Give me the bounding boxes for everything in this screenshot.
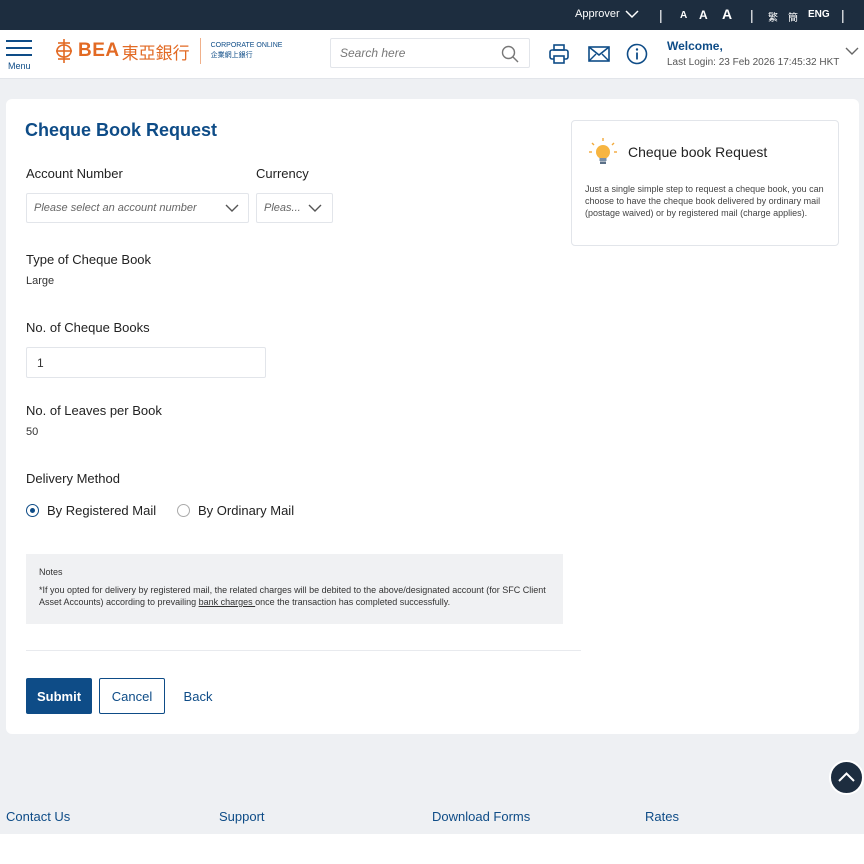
cancel-button[interactable]: Cancel	[99, 678, 165, 714]
menu-label: Menu	[8, 61, 31, 71]
lang-english[interactable]: ENG	[808, 9, 830, 20]
leaves-per-book-value: 50	[26, 426, 39, 438]
footer-link-support[interactable]: Support	[219, 809, 265, 824]
account-number-placeholder: Please select an account number	[34, 202, 197, 214]
cheque-type-value: Large	[26, 275, 55, 287]
lightbulb-icon	[589, 138, 617, 164]
chevron-down-icon	[225, 204, 239, 212]
font-size-small[interactable]: A	[680, 10, 687, 21]
logo-divider	[199, 38, 201, 64]
separator: |	[750, 7, 754, 23]
back-to-top-button[interactable]	[829, 760, 864, 795]
radio-unselected-icon[interactable]	[177, 504, 190, 517]
brand-name: BEA	[78, 40, 120, 61]
product-name-english: CORPORATE ONLINE	[210, 42, 283, 49]
user-welcome[interactable]: Welcome, Last Login: 23 Feb 2026 17:45:3…	[667, 39, 839, 68]
product-name-chinese: 企業網上銀行	[210, 52, 253, 59]
chevron-down-icon	[625, 10, 639, 19]
page-title: Cheque Book Request	[25, 120, 218, 140]
currency-placeholder: Pleas...	[264, 202, 301, 214]
search-icon[interactable]	[501, 45, 519, 63]
hamburger-icon-bar	[6, 54, 32, 56]
notes-panel: Notes *If you opted for delivery by regi…	[26, 554, 563, 624]
separator: |	[659, 7, 663, 23]
product-name: CORPORATE ONLINE 企業網上銀行	[211, 41, 283, 61]
notes-title: Notes	[39, 567, 63, 577]
bank-charges-link[interactable]: bank charges	[199, 597, 256, 607]
currency-select[interactable]: Pleas...	[256, 193, 333, 223]
radio-selected-icon[interactable]	[26, 504, 39, 517]
mail-icon[interactable]	[588, 45, 610, 63]
role-selector[interactable]: Approver	[575, 8, 640, 20]
radio-ordinary-mail[interactable]: By Ordinary Mail	[177, 503, 294, 518]
print-icon[interactable]	[548, 43, 570, 65]
cheque-books-input[interactable]	[37, 348, 237, 377]
footer-link-rates[interactable]: Rates	[645, 809, 679, 824]
info-box: Cheque book Request Just a single simple…	[571, 120, 839, 246]
account-number-select[interactable]: Please select an account number	[26, 193, 249, 223]
footer-link-download-forms[interactable]: Download Forms	[432, 809, 530, 824]
delivery-method-label: Delivery Method	[26, 471, 120, 486]
radio-ordinary-mail-label: By Ordinary Mail	[198, 503, 295, 518]
hamburger-icon	[6, 40, 32, 42]
top-utility-bar: Approver | A A A | 繁 簡 ENG |	[0, 0, 864, 30]
back-button[interactable]: Back	[178, 678, 218, 714]
info-box-text: Just a single simple step to request a c…	[585, 184, 824, 218]
search-input[interactable]	[340, 39, 500, 67]
main-header: Menu BEA 東亞銀行 CORPORATE ONLINE 企業網上銀行 Se…	[0, 30, 864, 79]
account-number-label: Account Number	[26, 166, 123, 181]
radio-registered-mail[interactable]: By Registered Mail	[26, 503, 156, 518]
cheque-type-label: Type of Cheque Book	[26, 252, 152, 267]
font-size-medium[interactable]: A	[699, 8, 708, 22]
radio-registered-mail-label: By Registered Mail	[47, 503, 157, 518]
footer-bottom	[0, 834, 864, 864]
role-label: Approver	[575, 8, 620, 20]
menu-button[interactable]: Menu	[6, 40, 34, 72]
notes-text: *If you opted for delivery by registered…	[39, 584, 550, 608]
submit-button[interactable]: Submit	[26, 678, 92, 714]
lang-simplified-chinese[interactable]: 簡	[788, 9, 798, 24]
footer-links: Contact Us Support Download Forms Rates	[0, 800, 864, 834]
leaves-per-book-label: No. of Leaves per Book	[26, 403, 162, 418]
chevron-down-icon[interactable]	[845, 46, 859, 56]
info-icon[interactable]	[626, 43, 648, 65]
footer-link-contact-us[interactable]: Contact Us	[6, 809, 70, 824]
separator: |	[841, 7, 845, 23]
currency-label: Currency	[256, 166, 309, 181]
hamburger-icon-bar	[6, 47, 32, 49]
brand-name-chinese: 東亞銀行	[121, 43, 190, 64]
cheque-books-label: No. of Cheque Books	[26, 320, 150, 335]
last-login-text: Last Login: 23 Feb 2026 17:45:32 HKT	[667, 57, 840, 68]
bank-logo[interactable]: BEA 東亞銀行 CORPORATE ONLINE 企業網上銀行	[54, 38, 282, 64]
lang-traditional-chinese[interactable]: 繁	[768, 9, 778, 24]
font-size-large[interactable]: A	[722, 6, 732, 22]
welcome-text: Welcome,	[667, 39, 723, 53]
notes-text-part2: once the transaction has completed succe…	[255, 597, 451, 607]
cheque-books-field	[26, 347, 266, 378]
bea-emblem-icon	[56, 39, 72, 63]
divider	[26, 650, 581, 651]
chevron-up-icon	[838, 772, 855, 782]
search-box	[330, 38, 530, 68]
chevron-down-icon	[308, 204, 322, 212]
info-box-title: Cheque book Request	[628, 144, 768, 160]
request-form-card: Cheque Book Request Account Number Pleas…	[6, 99, 859, 734]
